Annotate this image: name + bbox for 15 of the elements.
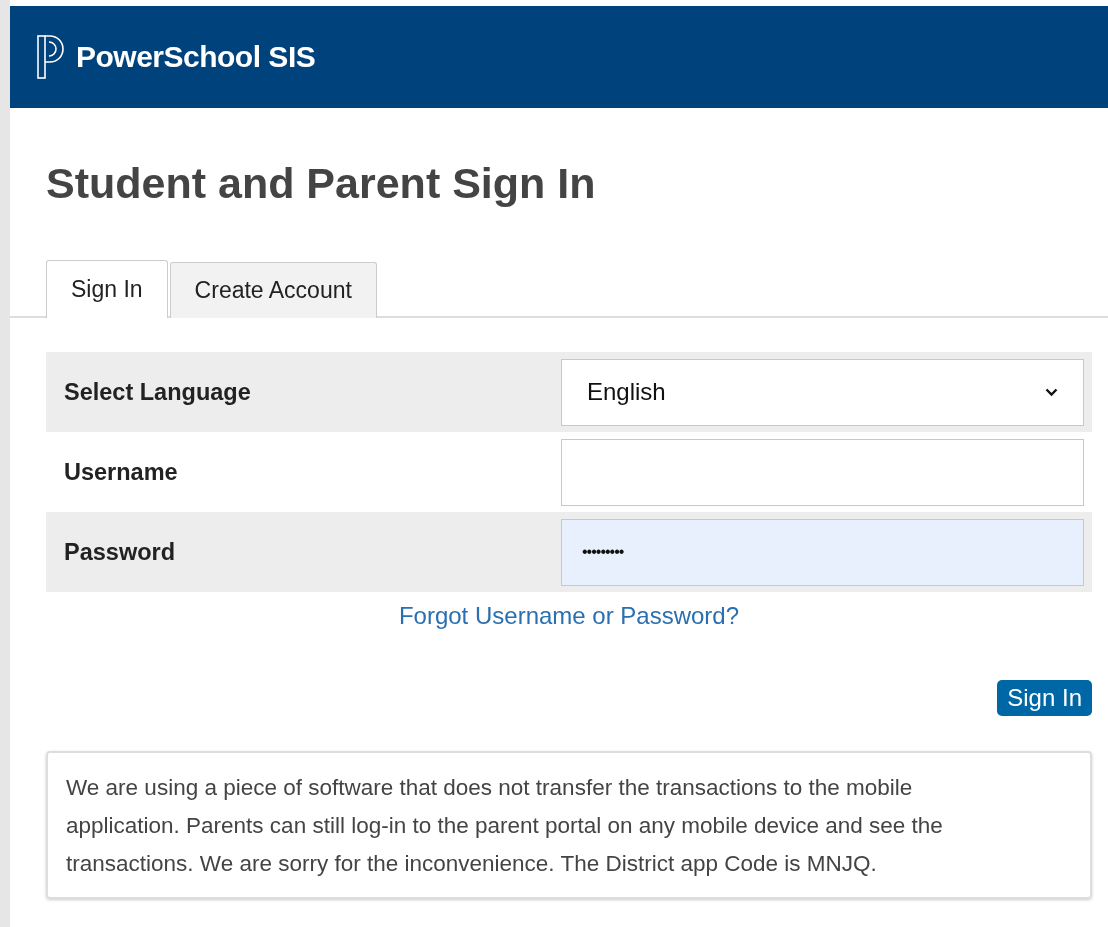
language-dropdown[interactable]: English — [561, 358, 1084, 426]
field-label: Username — [64, 458, 178, 486]
field-label: Select Language — [64, 378, 251, 406]
logo-icon — [36, 34, 66, 80]
tab[interactable]: Sign In — [46, 260, 168, 318]
notice-message: We are using a piece of software that does not transfer the transactions to the mobile application. Parents can still log-in to the parent portal on any mobile device and see the transactions. We are sorry for the inconvenience. The District app Code is MNJQ. — [46, 751, 1092, 899]
page-title: Student and Parent Sign In — [46, 160, 597, 206]
sign-in-button[interactable]: Sign In — [997, 680, 1092, 716]
forgot-link[interactable]: Forgot Username or Password? — [398, 602, 740, 629]
password-field[interactable]: ••••••••• — [561, 518, 1084, 586]
field-label: Password — [64, 538, 176, 566]
chevron-down-icon — [1045, 387, 1058, 397]
username-field[interactable] — [561, 438, 1084, 506]
app-title: PowerSchool SIS — [76, 40, 316, 74]
tab[interactable]: Create Account — [169, 262, 377, 318]
